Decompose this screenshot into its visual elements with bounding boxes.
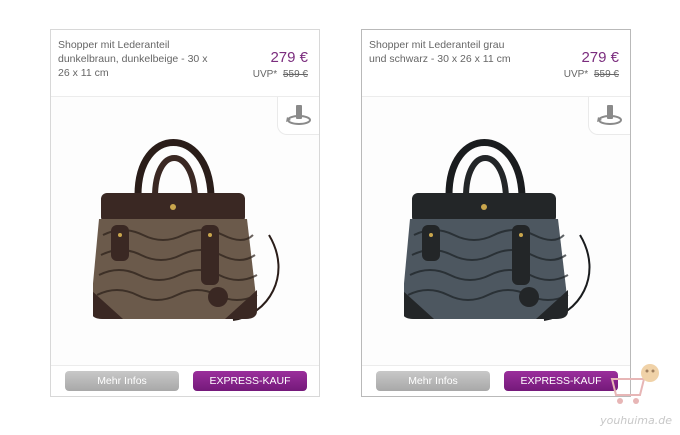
product-title[interactable]: Shopper mit Lederanteil dunkelbraun, dun…: [58, 38, 208, 80]
express-buy-button[interactable]: EXPRESS-KAUF: [193, 371, 307, 391]
product-title[interactable]: Shopper mit Lederanteil grau und schwarz…: [369, 38, 519, 66]
product-actions: Mehr Infos EXPRESS-KAUF: [51, 365, 319, 396]
watermark: youhuima.de: [586, 359, 674, 429]
product-price: 279 €: [581, 49, 619, 66]
product-image[interactable]: [362, 97, 630, 368]
uvp-old-price: 559 €: [593, 69, 619, 80]
cart-mascot-icon: [610, 364, 659, 404]
product-header: Shopper mit Lederanteil dunkelbraun, dun…: [51, 30, 319, 97]
product-image[interactable]: [51, 97, 319, 368]
handbag-image: [404, 139, 591, 321]
more-info-button[interactable]: Mehr Infos: [65, 371, 179, 391]
more-info-button[interactable]: Mehr Infos: [376, 371, 490, 391]
uvp-price: UVP* 559 €: [253, 69, 308, 80]
uvp-label: UVP*: [563, 69, 589, 80]
rotate-360-button[interactable]: [277, 97, 319, 135]
product-header: Shopper mit Lederanteil grau und schwarz…: [362, 30, 630, 97]
uvp-label: UVP*: [252, 69, 278, 80]
product-card: Shopper mit Lederanteil grau und schwarz…: [361, 29, 631, 397]
product-card: Shopper mit Lederanteil dunkelbraun, dun…: [50, 29, 320, 397]
uvp-old-price: 559 €: [282, 69, 308, 80]
rotate-360-icon: [286, 105, 311, 125]
uvp-price: UVP* 559 €: [564, 69, 619, 80]
rotate-360-icon: [597, 105, 622, 125]
handbag-image: [93, 139, 280, 321]
watermark-text: youhuima.de: [600, 414, 672, 427]
product-price: 279 €: [270, 49, 308, 66]
rotate-360-button[interactable]: [588, 97, 630, 135]
